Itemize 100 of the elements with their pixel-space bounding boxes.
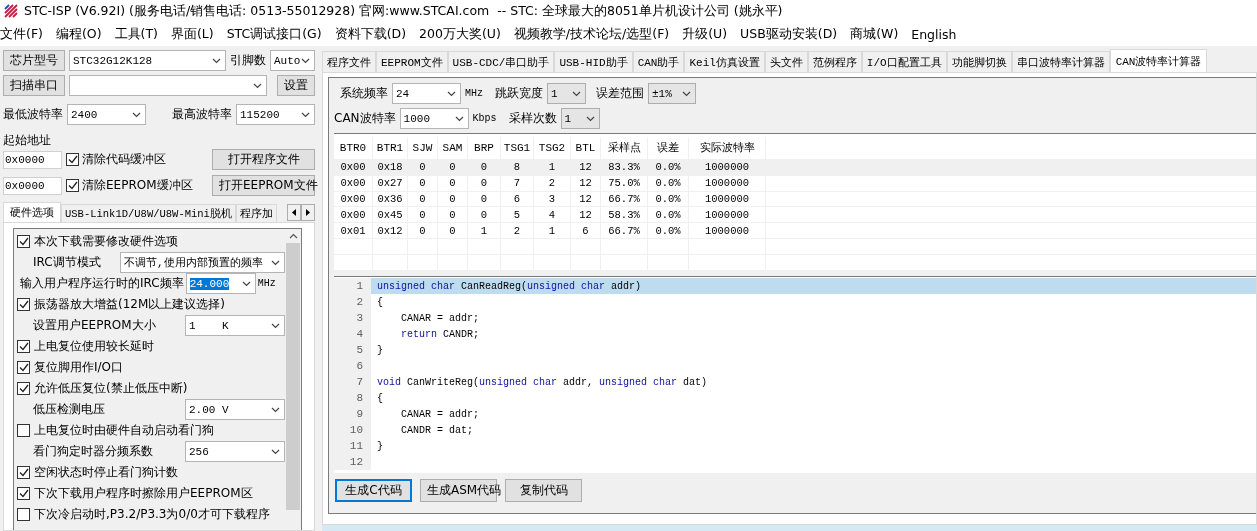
scroll-left-button[interactable] xyxy=(287,204,301,221)
table-row[interactable]: 0x00 0x45 0 0 0 5 4 12 58.3% 0.0% 1000000 xyxy=(334,207,1256,224)
menu-item[interactable]: 工具(T) xyxy=(114,23,158,45)
sample-count-label: 采样次数 xyxy=(508,110,557,127)
address-field[interactable]: 0x0000 xyxy=(3,150,62,169)
checkbox[interactable] xyxy=(17,466,30,479)
max-baud-dropdown[interactable]: 115200 xyxy=(236,104,315,125)
option-dropdown[interactable]: 1 K xyxy=(185,315,285,336)
table-cell: 0 xyxy=(408,207,438,223)
line-number: 3 xyxy=(334,310,371,326)
scrollbar-thumb[interactable] xyxy=(286,243,300,510)
column-header: BTR0 xyxy=(334,137,373,159)
checkbox[interactable] xyxy=(17,487,30,500)
table-cell: 0.0% xyxy=(648,207,689,223)
table-cell: 83.3% xyxy=(601,159,648,175)
tab[interactable]: 程序加 xyxy=(235,204,277,222)
min-baud-dropdown[interactable]: 2400 xyxy=(67,104,146,125)
checkbox-label: 清除代码缓冲区 xyxy=(82,151,166,168)
line-number: 8 xyxy=(334,390,371,406)
line-number: 4 xyxy=(334,326,371,342)
error-range-label: 误差范围 xyxy=(596,85,644,102)
system-frequency-dropdown[interactable]: 24 xyxy=(392,83,461,104)
option-label: 下次冷启动时,P3.2/P3.3为0/0才可下载程序 xyxy=(34,506,270,523)
column-header: BTR1 xyxy=(373,137,408,159)
checkbox[interactable] xyxy=(17,235,30,248)
checkbox[interactable] xyxy=(17,340,30,353)
table-cell: 0 xyxy=(408,191,438,207)
column-header: BTL xyxy=(571,137,601,159)
tab[interactable]: 串口波特率计算器 xyxy=(1011,51,1110,72)
tab[interactable]: EEPROM文件 xyxy=(376,51,448,72)
chevron-down-icon xyxy=(212,57,221,64)
table-cell: 5 xyxy=(501,207,534,223)
menu-item[interactable]: 编程(O) xyxy=(55,23,102,45)
max-baud-label: 最高波特率 xyxy=(172,106,232,123)
tab[interactable]: USB-Link1D/U8W/U8W-Mini脱机 xyxy=(61,204,236,222)
line-number: 7 xyxy=(334,374,371,390)
menu-item[interactable]: USB驱动安装(D) xyxy=(740,23,838,45)
tab[interactable]: 程序文件 xyxy=(322,51,376,72)
pins-dropdown[interactable]: Auto xyxy=(270,50,315,71)
table-cell: 0 xyxy=(438,223,468,239)
table-cell: 75.0% xyxy=(601,175,648,191)
option-dropdown[interactable]: 2.00 V xyxy=(185,399,285,420)
option-label: 设置用户EEPROM大小 xyxy=(33,317,156,334)
menu-item[interactable]: STC调试接口(G) xyxy=(226,23,322,45)
tab[interactable]: CAN助手 xyxy=(632,51,685,72)
table-row[interactable]: 0x01 0x12 0 0 1 2 1 6 66.7% 0.0% 1000000 xyxy=(334,223,1256,240)
tab[interactable]: 范例程序 xyxy=(807,51,862,72)
menu-item[interactable]: 200万大奖(U) xyxy=(419,23,501,45)
checkbox[interactable] xyxy=(17,508,30,521)
checkbox[interactable] xyxy=(17,361,30,374)
chip-dropdown[interactable]: STC32G12K128 xyxy=(69,50,226,71)
table-cell: 6 xyxy=(571,223,601,239)
generate-button[interactable]: 复制代码 xyxy=(505,479,582,502)
tab[interactable]: CAN波特率计算器 xyxy=(1109,49,1208,72)
scroll-right-button[interactable] xyxy=(301,204,315,221)
tab[interactable]: 功能脚切换 xyxy=(946,51,1012,72)
frequency-field[interactable]: 24.000 xyxy=(185,273,256,294)
checkbox[interactable] xyxy=(17,382,30,395)
unit-label: MHz xyxy=(257,278,276,289)
option-dropdown[interactable]: 256 xyxy=(185,441,285,462)
tab[interactable]: Keil仿真设置 xyxy=(684,51,765,72)
address-field[interactable]: 0x0000 xyxy=(3,176,62,195)
menu-item[interactable]: 资料下载(D) xyxy=(334,23,407,45)
menu-item[interactable]: 文件(F) xyxy=(0,23,43,45)
tab[interactable]: USB-HID助手 xyxy=(554,51,633,72)
chip-model-button[interactable]: 芯片型号 xyxy=(3,50,65,71)
menu-item[interactable]: 界面(L) xyxy=(170,23,214,45)
table-cell: 0.0% xyxy=(648,159,689,175)
checkbox[interactable] xyxy=(17,298,30,311)
checkbox[interactable] xyxy=(66,153,79,166)
app-logo-icon xyxy=(4,4,18,18)
settings-button[interactable]: 设置 xyxy=(277,75,315,96)
open-file-button[interactable]: 打开程序文件 xyxy=(212,149,315,170)
menu-item[interactable]: 视频教学/技术论坛/选型(F) xyxy=(513,23,670,45)
table-cell: 4 xyxy=(534,207,571,223)
option-dropdown[interactable]: 不调节,使用内部预置的频率 xyxy=(120,252,285,273)
table-cell: 0x27 xyxy=(373,175,408,191)
tab[interactable]: 头文件 xyxy=(764,51,808,72)
menu-item[interactable]: English xyxy=(911,24,957,44)
table-cell: 8 xyxy=(501,159,534,175)
table-cell: 2 xyxy=(501,223,534,239)
jump-width-dropdown[interactable]: 1 xyxy=(547,83,586,104)
table-cell: 0 xyxy=(438,207,468,223)
tab[interactable]: I/O口配置工具 xyxy=(861,51,947,72)
tab[interactable]: 硬件选项 xyxy=(3,202,61,222)
jump-width-label: 跳跃宽度 xyxy=(495,85,543,102)
table-cell: 1 xyxy=(534,159,571,175)
table-cell: 0x12 xyxy=(373,223,408,239)
checkbox[interactable] xyxy=(17,424,30,437)
chevron-down-icon xyxy=(271,322,280,329)
scan-port-button[interactable]: 扫描串口 xyxy=(3,75,65,96)
tab[interactable]: USB-CDC/串口助手 xyxy=(447,51,555,72)
menu-item[interactable]: 升级(U) xyxy=(682,23,728,45)
generate-button[interactable]: 生成C代码 xyxy=(335,479,412,502)
checkbox[interactable] xyxy=(66,179,79,192)
error-range-dropdown[interactable]: ±1% xyxy=(648,83,696,104)
table-cell: 7 xyxy=(501,175,534,191)
sample-count-dropdown[interactable]: 1 xyxy=(560,108,600,129)
menu-item[interactable]: 商城(W) xyxy=(850,23,899,45)
can-baud-dropdown[interactable]: 1000 xyxy=(399,108,469,129)
